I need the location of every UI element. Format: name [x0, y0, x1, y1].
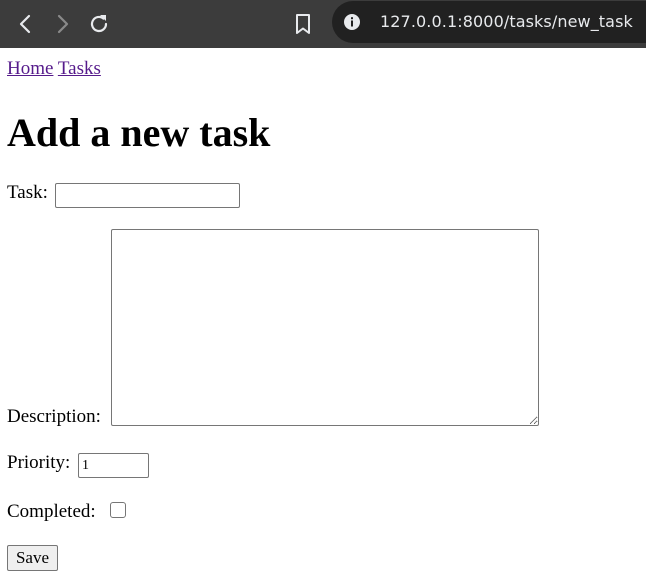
- browser-toolbar: 127.0.0.1:8000/tasks/new_task: [0, 0, 646, 48]
- completed-checkbox[interactable]: [110, 502, 126, 518]
- priority-input[interactable]: [78, 453, 149, 478]
- priority-label: Priority:: [7, 452, 71, 473]
- info-icon[interactable]: [343, 13, 361, 31]
- tasks-link[interactable]: Tasks: [58, 58, 101, 79]
- page-title: Add a new task: [7, 110, 271, 155]
- home-link[interactable]: Home: [7, 58, 53, 79]
- task-label: Task:: [7, 182, 48, 203]
- url-text: 127.0.0.1:8000/tasks/new_task: [380, 12, 633, 31]
- save-button[interactable]: Save: [7, 545, 58, 571]
- forward-icon[interactable]: [48, 10, 76, 38]
- task-input[interactable]: [55, 183, 240, 208]
- address-bar[interactable]: 127.0.0.1:8000/tasks/new_task: [332, 1, 646, 43]
- completed-label: Completed:: [7, 501, 96, 522]
- bookmark-icon[interactable]: [289, 10, 317, 38]
- reload-icon[interactable]: [85, 10, 113, 38]
- description-label: Description:: [7, 406, 101, 427]
- back-icon[interactable]: [12, 10, 40, 38]
- page-content: Home Tasks Add a new task Task: Descript…: [0, 48, 646, 581]
- description-textarea[interactable]: [111, 229, 539, 426]
- breadcrumb: Home Tasks: [7, 58, 101, 80]
